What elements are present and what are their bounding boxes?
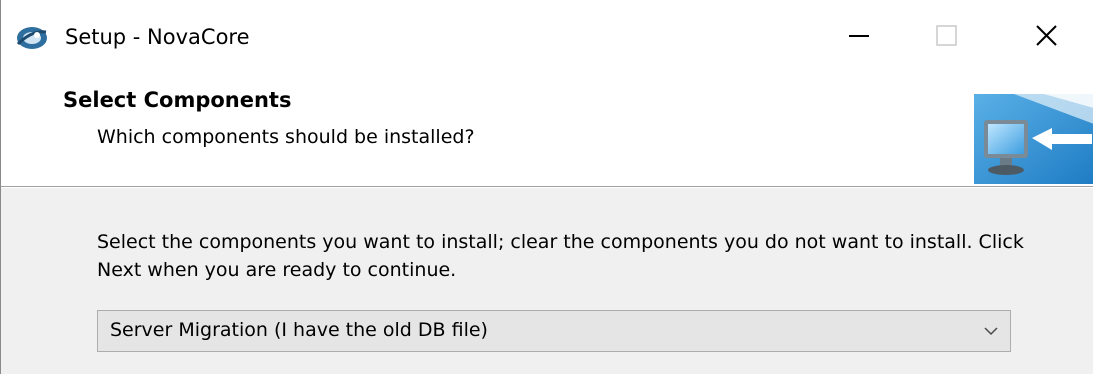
component-type-dropdown[interactable]: Server Migration (I have the old DB file… xyxy=(97,310,1011,352)
maximize-button[interactable] xyxy=(907,12,987,60)
minimize-button[interactable] xyxy=(819,12,899,60)
title-bar[interactable]: Setup - NovaCore xyxy=(1,0,1093,70)
window-title: Setup - NovaCore xyxy=(65,25,250,49)
setup-window: Setup - NovaCore Select Components Which… xyxy=(0,0,1093,374)
chevron-down-icon xyxy=(984,327,998,336)
wizard-computer-icon xyxy=(974,94,1093,184)
wizard-header: Select Components Which components shoul… xyxy=(1,70,1093,186)
page-title: Select Components xyxy=(63,88,292,112)
close-icon xyxy=(1036,25,1057,46)
dropdown-selected-value: Server Migration (I have the old DB file… xyxy=(110,319,488,341)
instructions-text: Select the components you want to instal… xyxy=(97,231,1024,281)
page-subtitle: Which components should be installed? xyxy=(97,126,475,148)
minimize-icon xyxy=(849,35,869,37)
close-button[interactable] xyxy=(1005,12,1085,60)
wizard-body: Select the components you want to instal… xyxy=(1,188,1093,374)
maximize-icon xyxy=(936,25,957,46)
app-icon xyxy=(16,27,47,49)
